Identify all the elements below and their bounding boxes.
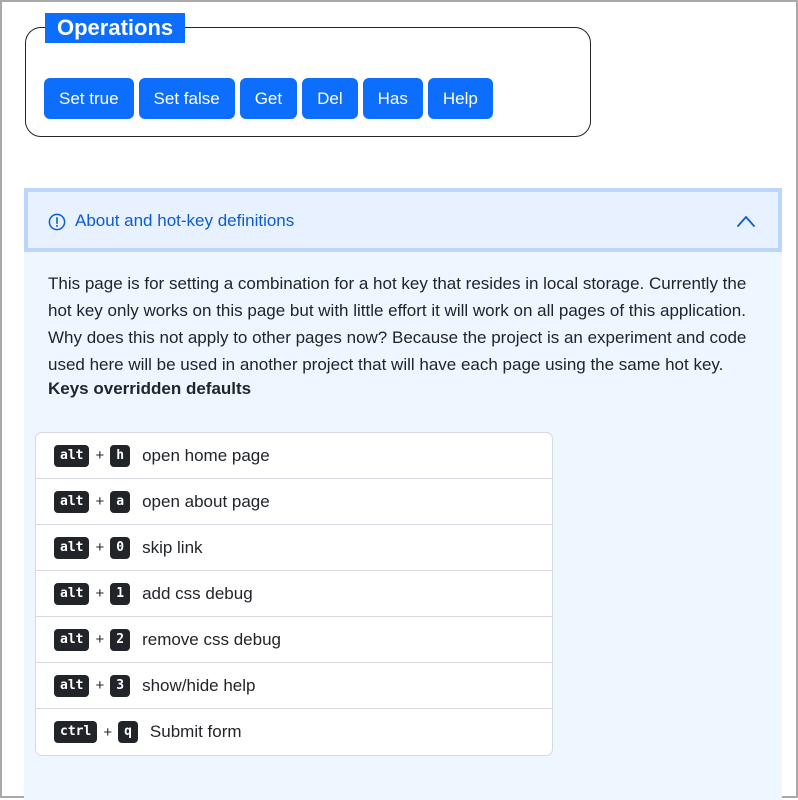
plus-sign: +: [95, 631, 105, 648]
info-circle-icon: [48, 213, 66, 231]
plus-sign: +: [95, 585, 105, 602]
modifier-key: alt: [54, 628, 90, 651]
plus-sign: +: [95, 493, 105, 510]
shortcut-row: alt + 1 add css debug: [36, 571, 552, 617]
keys-overridden-title: Keys overridden defaults: [48, 379, 252, 398]
shortcut-row: alt + 0 skip link: [36, 525, 552, 571]
shortcut-key: q: [118, 721, 138, 743]
modifier-key: alt: [54, 444, 90, 467]
shortcut-description: add css debug: [142, 583, 253, 603]
get-button[interactable]: Get: [239, 78, 298, 119]
about-accordion-body: This page is for setting a combination f…: [48, 270, 760, 400]
about-accordion-header[interactable]: About and hot-key definitions: [24, 188, 782, 252]
plus-sign: +: [103, 723, 113, 741]
shortcut-description: Submit form: [149, 722, 242, 741]
modifier-key: ctrl: [54, 721, 98, 743]
about-accordion-title: About and hot-key definitions: [75, 211, 295, 230]
operations-legend: Operations: [45, 13, 186, 43]
del-button[interactable]: Del: [302, 78, 358, 119]
plus-sign: +: [95, 539, 105, 556]
modifier-key: alt: [54, 490, 90, 513]
set-true-button[interactable]: Set true: [44, 78, 134, 119]
shortcut-description: open home page: [142, 445, 270, 465]
plus-sign: +: [95, 447, 105, 464]
shortcut-row: ctrl + q Submit form: [36, 709, 552, 755]
shortcut-row: alt + 3 show/hide help: [36, 663, 552, 709]
shortcut-row: alt + h open home page: [36, 433, 552, 479]
shortcut-description: open about page: [142, 491, 270, 511]
help-button[interactable]: Help: [427, 78, 493, 119]
shortcut-description: remove css debug: [142, 629, 281, 649]
shortcut-row: alt + a open about page: [36, 479, 552, 525]
shortcut-key: h: [110, 444, 131, 467]
about-description: This page is for setting a combination f…: [48, 274, 747, 374]
shortcut-key: 0: [110, 536, 131, 559]
shortcut-list: alt + h open home page alt + a open abou…: [35, 432, 553, 756]
shortcut-key: 2: [110, 628, 131, 651]
shortcut-key: 3: [110, 674, 131, 697]
operations-group: Operations Set true Set false Get Del Ha…: [25, 13, 591, 137]
modifier-key: alt: [54, 674, 90, 697]
has-button[interactable]: Has: [362, 78, 423, 119]
modifier-key: alt: [54, 582, 90, 605]
plus-sign: +: [95, 677, 105, 694]
modifier-key: alt: [54, 536, 90, 559]
shortcut-description: skip link: [142, 537, 203, 557]
chevron-up-icon[interactable]: [736, 214, 756, 228]
shortcut-row: alt + 2 remove css debug: [36, 617, 552, 663]
shortcut-key: 1: [110, 582, 131, 605]
shortcut-description: show/hide help: [142, 675, 256, 695]
operations-buttons: Set true Set false Get Del Has Help: [44, 78, 493, 119]
set-false-button[interactable]: Set false: [138, 78, 235, 119]
shortcut-key: a: [110, 490, 131, 513]
